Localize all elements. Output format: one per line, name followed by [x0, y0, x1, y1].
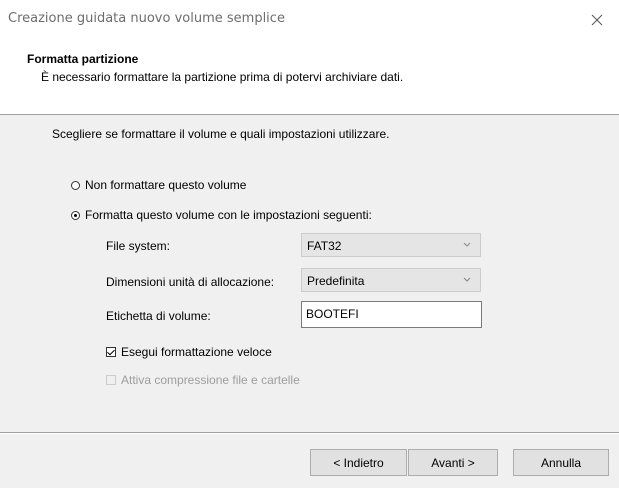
file-system-label: File system: — [106, 239, 171, 253]
close-icon — [591, 14, 603, 26]
page-subtitle: È necessario formattare la partizione pr… — [41, 70, 404, 84]
radio-label: Non formattare questo volume — [85, 178, 247, 192]
compression-checkbox[interactable]: Attiva compressione file e cartelle — [106, 373, 300, 387]
cancel-button[interactable]: Annulla — [513, 449, 609, 476]
intro-text: Scegliere se formattare il volume e qual… — [52, 127, 390, 141]
radio-label: Formatta questo volume con le impostazio… — [85, 208, 372, 222]
chevron-down-icon — [463, 277, 471, 282]
title-bar: Creazione guidata nuovo volume semplice — [0, 0, 619, 40]
checkbox-box-checked — [106, 347, 116, 357]
allocation-label: Dimensioni unità di allocazione: — [106, 275, 275, 289]
next-button[interactable]: Avanti > — [408, 449, 498, 476]
volume-label-input[interactable]: BOOTEFI — [301, 301, 482, 328]
radio-dot-selected — [71, 210, 80, 220]
radio-dot — [71, 180, 80, 190]
footer-divider-highlight — [0, 433, 619, 434]
checkbox-label: Attiva compressione file e cartelle — [121, 373, 300, 387]
allocation-value: Predefinita — [307, 274, 365, 288]
volume-label-value: BOOTEFI — [306, 307, 359, 321]
radio-format[interactable]: Formatta questo volume con le impostazio… — [71, 208, 372, 222]
checkbox-box — [106, 375, 116, 385]
checkbox-label: Esegui formattazione veloce — [121, 345, 272, 359]
allocation-select[interactable]: Predefinita — [301, 268, 481, 292]
volume-label-label: Etichetta di volume: — [106, 309, 211, 323]
quick-format-checkbox[interactable]: Esegui formattazione veloce — [106, 345, 272, 359]
wizard-header: Formatta partizione È necessario formatt… — [0, 40, 619, 115]
back-button[interactable]: < Indietro — [310, 449, 407, 476]
radio-no-format[interactable]: Non formattare questo volume — [71, 178, 246, 192]
page-title: Formatta partizione — [27, 52, 139, 66]
file-system-select[interactable]: FAT32 — [301, 233, 481, 257]
window-title: Creazione guidata nuovo volume semplice — [8, 11, 285, 26]
chevron-down-icon — [463, 242, 471, 247]
close-button[interactable] — [580, 8, 614, 32]
file-system-value: FAT32 — [307, 239, 342, 253]
